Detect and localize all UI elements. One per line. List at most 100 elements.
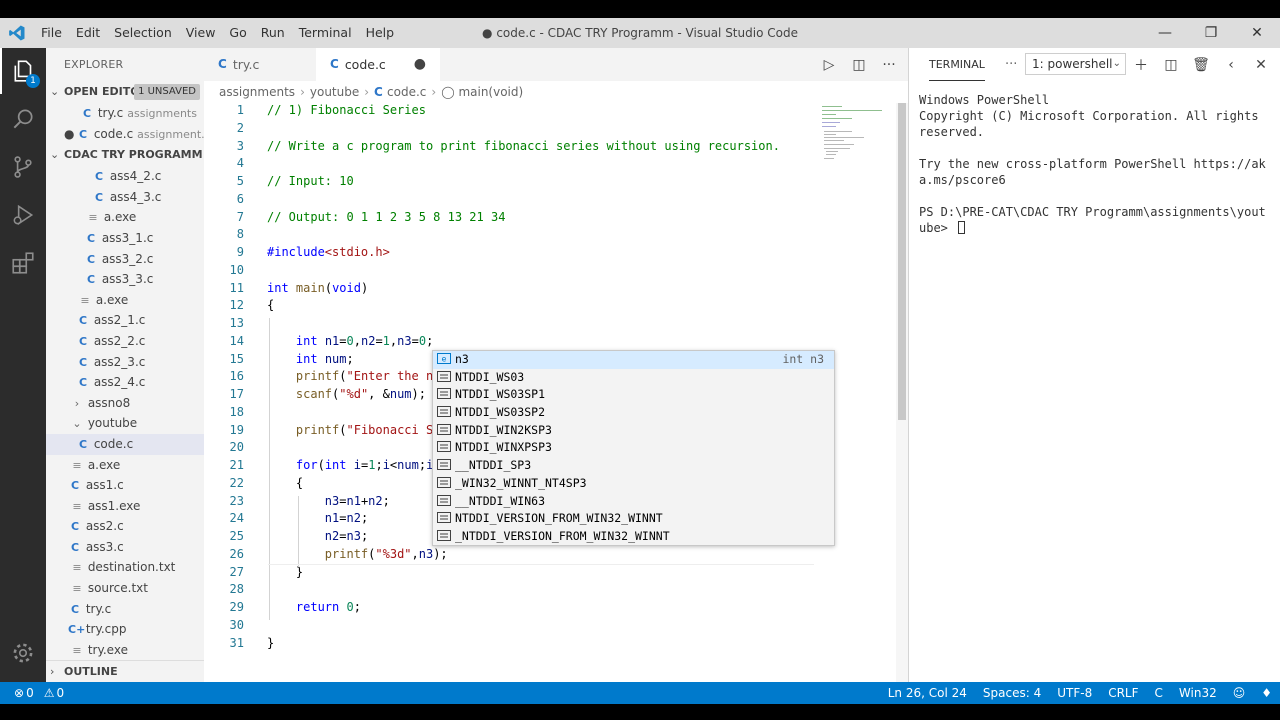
tab-try-c[interactable]: C try.c	[204, 48, 316, 81]
breadcrumb-item[interactable]: youtube	[310, 85, 359, 99]
cursor-position[interactable]: Ln 26, Col 24	[880, 686, 975, 700]
tree-item[interactable]: C ass2_2.c	[46, 331, 204, 352]
more-actions-icon[interactable]: ···	[880, 57, 898, 73]
suggestion-item[interactable]: NTDDI_WS03	[433, 369, 834, 387]
tree-item[interactable]: › assno8	[46, 393, 204, 414]
warning-count: 0	[56, 686, 65, 700]
manage-gear-icon[interactable]	[0, 630, 46, 676]
open-editor-item[interactable]: ●C code.cassignment...	[46, 124, 204, 145]
exe-file-icon: ≡	[72, 643, 82, 657]
tree-item[interactable]: C+ try.cpp	[46, 619, 204, 640]
tree-item[interactable]: C ass2_1.c	[46, 310, 204, 331]
close-icon[interactable]: ✕	[1234, 18, 1280, 48]
explorer-icon[interactable]: 1	[0, 48, 46, 94]
exe-file-icon: ≡	[80, 293, 90, 307]
suggestion-item[interactable]: NTDDI_WS03SP2	[433, 404, 834, 422]
suggestion-item[interactable]: NTDDI_WIN2KSP3	[433, 422, 834, 440]
tree-item[interactable]: ≡ a.exe	[46, 455, 204, 476]
minimap[interactable]	[818, 103, 896, 163]
chevron-right-icon: ›	[74, 396, 80, 410]
indentation[interactable]: Spaces: 4	[975, 686, 1049, 700]
tree-item[interactable]: C ass2.c	[46, 516, 204, 537]
suggestion-item[interactable]: _NTDDI_VERSION_FROM_WIN32_WINNT	[433, 528, 834, 546]
tree-item[interactable]: C ass3_2.c	[46, 249, 204, 270]
tree-item[interactable]: ≡ source.txt	[46, 578, 204, 599]
chevron-left-icon[interactable]: ‹	[1216, 57, 1246, 73]
suggestion-item[interactable]: __NTDDI_WIN63	[433, 493, 834, 511]
project-section[interactable]: ⌄ CDAC TRY PROGRAMM	[46, 144, 204, 166]
unsaved-dot-icon[interactable]: ●	[414, 48, 426, 81]
tree-item[interactable]: ⌄ youtube	[46, 413, 204, 434]
line-ending[interactable]: CRLF	[1100, 686, 1146, 700]
menu-selection[interactable]: Selection	[107, 18, 179, 48]
run-icon[interactable]: ▷	[820, 57, 838, 73]
close-panel-icon[interactable]: ✕	[1246, 57, 1276, 73]
menu-terminal[interactable]: Terminal	[292, 18, 359, 48]
kill-terminal-icon[interactable]: 🗑	[1186, 57, 1216, 73]
problems-indicator[interactable]: ⊗ 0 ⚠ 0	[0, 686, 64, 700]
tree-item[interactable]: C try.c	[46, 599, 204, 620]
tab-terminal[interactable]: TERMINAL	[929, 49, 985, 81]
configuration[interactable]: Win32	[1171, 686, 1225, 700]
tree-item[interactable]: ≡ a.exe	[46, 290, 204, 311]
tree-item[interactable]: C code.c	[46, 433, 204, 455]
menu-help[interactable]: Help	[359, 18, 402, 48]
minimize-icon[interactable]: —	[1142, 18, 1188, 48]
tree-item[interactable]: C ass1.c	[46, 475, 204, 496]
scrollbar-thumb[interactable]	[898, 103, 906, 420]
split-editor-icon[interactable]: ◫	[850, 57, 868, 73]
editor-scrollbar[interactable]	[896, 103, 908, 682]
tree-item[interactable]: ≡ ass1.exe	[46, 496, 204, 517]
suggestion-label: __NTDDI_WIN63	[455, 493, 546, 508]
tree-item[interactable]: C ass4_3.c	[46, 187, 204, 208]
line-number: 28	[229, 582, 244, 597]
restore-icon[interactable]: ❐	[1188, 18, 1234, 48]
menu-run[interactable]: Run	[254, 18, 292, 48]
notifications-bell-icon[interactable]: ♦	[1253, 686, 1280, 700]
c-file-icon: C	[78, 127, 88, 141]
more-icon[interactable]: ···	[1005, 57, 1017, 72]
suggestion-item[interactable]: NTDDI_WS03SP1	[433, 386, 834, 404]
encoding[interactable]: UTF-8	[1049, 686, 1100, 700]
suggestion-item[interactable]: NTDDI_WINXPSP3	[433, 439, 834, 457]
line-number: 23	[229, 493, 244, 508]
search-icon[interactable]	[0, 96, 46, 142]
suggestion-item[interactable]: e n3 int n3	[433, 351, 834, 369]
menu-file[interactable]: File	[34, 18, 69, 48]
suggestion-item[interactable]: NTDDI_VERSION_FROM_WIN32_WINNT	[433, 510, 834, 528]
tab-code-c[interactable]: C code.c ●	[316, 48, 440, 81]
tree-item[interactable]: C ass2_3.c	[46, 352, 204, 373]
suggestion-item[interactable]: __NTDDI_SP3	[433, 457, 834, 475]
terminal-selector[interactable]: 1: powershell ⌄	[1025, 53, 1126, 75]
breadcrumb-item[interactable]: assignments	[219, 85, 295, 99]
terminal-output[interactable]: Windows PowerShell Copyright (C) Microsof…	[919, 92, 1269, 236]
extensions-icon[interactable]	[0, 240, 46, 286]
tree-item[interactable]: C ass2_4.c	[46, 372, 204, 393]
tree-item[interactable]: C ass3.c	[46, 537, 204, 558]
outline-section[interactable]: › OUTLINE	[46, 660, 204, 682]
tree-item[interactable]: ≡ try.exe	[46, 640, 204, 661]
source-control-icon[interactable]	[0, 144, 46, 190]
open-editor-item[interactable]: C try.c assignments	[46, 103, 204, 124]
split-terminal-icon[interactable]: ◫	[1156, 57, 1186, 73]
menu-view[interactable]: View	[179, 18, 223, 48]
code-line: int main(void)	[267, 280, 369, 295]
language-mode[interactable]: C	[1147, 686, 1171, 700]
tree-item[interactable]: C ass4_2.c	[46, 166, 204, 187]
new-terminal-icon[interactable]: ＋	[1126, 55, 1156, 75]
tree-item[interactable]: C ass3_3.c	[46, 269, 204, 290]
menu-go[interactable]: Go	[222, 18, 253, 48]
tree-item[interactable]: ≡ destination.txt	[46, 557, 204, 578]
suggestion-item[interactable]: _WIN32_WINNT_NT4SP3	[433, 475, 834, 493]
feedback-icon[interactable]: ☺	[1225, 686, 1254, 700]
suggestion-label: _NTDDI_VERSION_FROM_WIN32_WINNT	[455, 528, 670, 543]
tree-item[interactable]: C ass3_1.c	[46, 228, 204, 249]
menu-edit[interactable]: Edit	[69, 18, 107, 48]
tree-item[interactable]: ≡ a.exe	[46, 207, 204, 228]
panel-tabs: TERMINAL ··· 1: powershell ⌄ ＋ ◫ 🗑 ‹ ✕	[909, 48, 1280, 81]
run-debug-icon[interactable]	[0, 192, 46, 238]
breadcrumb-item[interactable]: code.c	[387, 85, 426, 99]
breadcrumb-item[interactable]: main(void)	[458, 85, 523, 99]
open-editors-section[interactable]: ⌄ OPEN EDITO... 1 UNSAVED	[46, 81, 204, 103]
